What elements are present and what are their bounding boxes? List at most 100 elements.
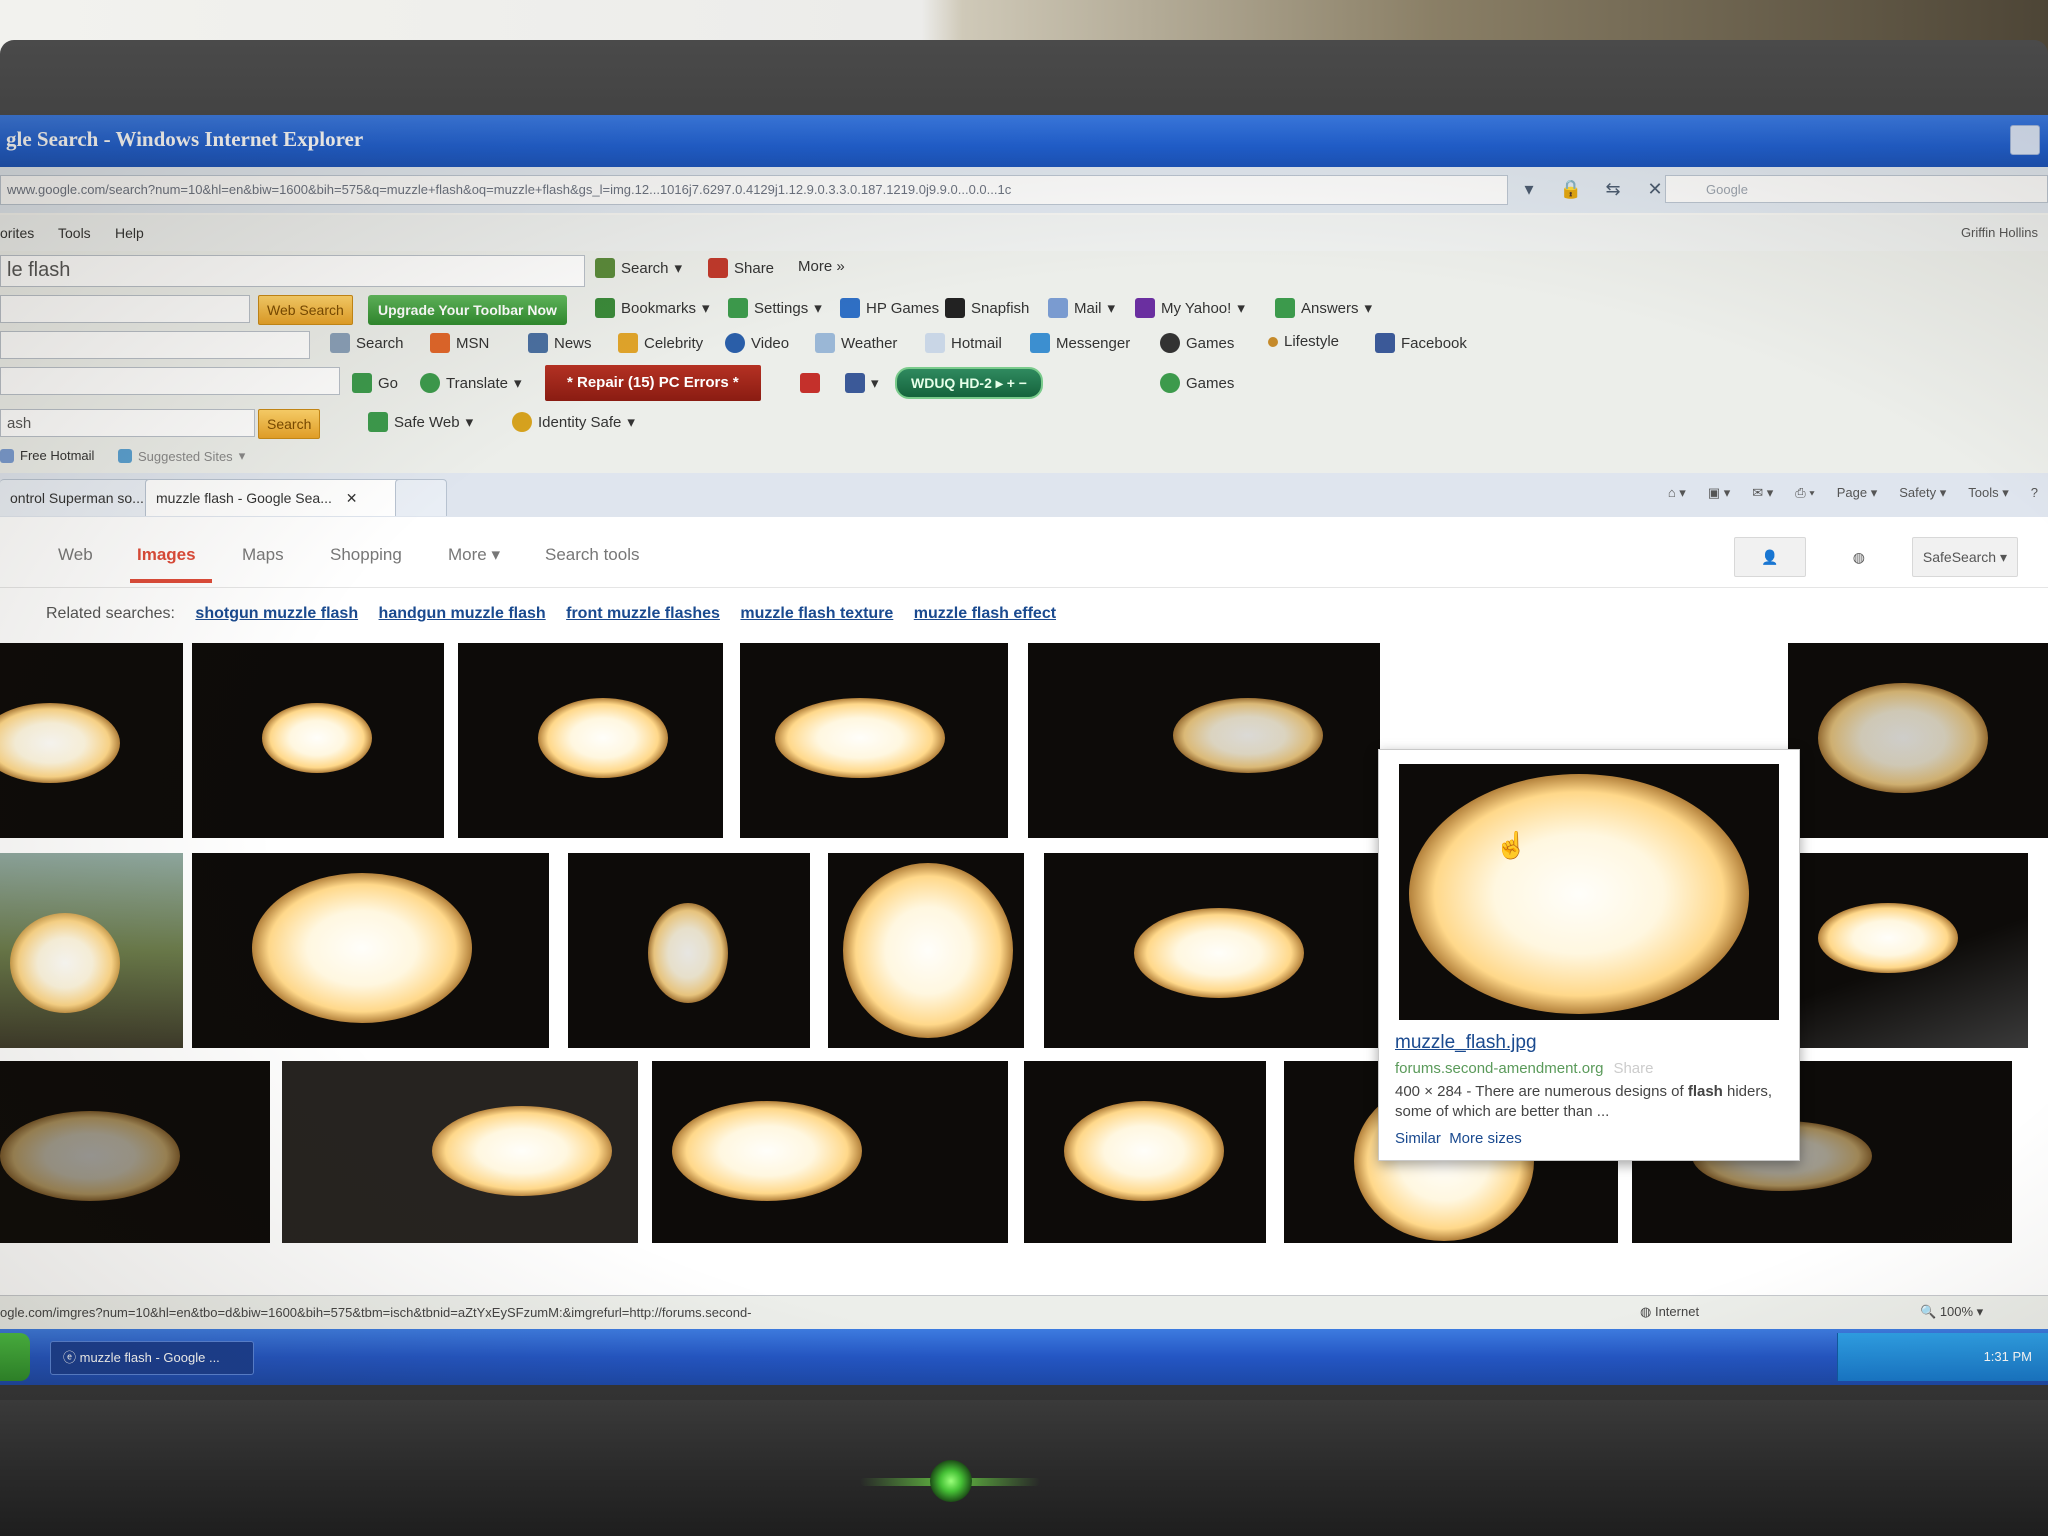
image-result[interactable] (1028, 643, 1380, 838)
messenger-button[interactable]: Messenger (1030, 333, 1130, 353)
taskbar-item-ie[interactable]: ⓔ muzzle flash - Google ... (50, 1341, 254, 1375)
related-link-texture[interactable]: muzzle flash texture (740, 605, 893, 622)
toolbar-more-button[interactable]: More » (798, 258, 845, 275)
answers-button[interactable]: Answers ▾ (1275, 298, 1372, 318)
upgrade-toolbar-button[interactable]: Upgrade Your Toolbar Now (368, 295, 567, 325)
image-result[interactable] (458, 643, 723, 838)
msn-search-field[interactable] (0, 331, 310, 359)
more-sizes-link[interactable]: More sizes (1449, 1130, 1522, 1147)
window-titlebar[interactable]: gle Search - Windows Internet Explorer (0, 115, 2048, 167)
start-button[interactable] (0, 1333, 30, 1381)
translate-button[interactable]: Translate ▾ (420, 373, 522, 393)
nav-images[interactable]: Images (137, 545, 196, 565)
mail-icon[interactable]: ✉ ▾ (1752, 485, 1773, 501)
youtube-icon[interactable] (800, 373, 820, 393)
games-button[interactable]: Games (1160, 333, 1234, 353)
page-menu[interactable]: Page ▾ (1837, 485, 1878, 501)
bookmarks-button[interactable]: Bookmarks ▾ (595, 298, 710, 318)
nav-shopping[interactable]: Shopping (330, 545, 402, 565)
msn-button[interactable]: MSN (430, 333, 489, 353)
tab-superman[interactable]: ontrol Superman so... (0, 479, 151, 516)
msn-search-button[interactable]: Search (330, 333, 404, 353)
image-result[interactable] (0, 1061, 270, 1243)
radio-player[interactable]: WDUQ HD-2 ▸ + − (895, 367, 1043, 399)
toolbar-search-button[interactable]: Search ▾ (595, 258, 682, 278)
suggested-sites-link[interactable]: Suggested Sites ▾ (118, 448, 245, 464)
related-link-effect[interactable]: muzzle flash effect (914, 605, 1056, 622)
facebook-icon[interactable]: ▾ (845, 373, 879, 393)
browser-search-field[interactable]: Google (1665, 175, 2048, 203)
games-button-2[interactable]: Games (1160, 373, 1234, 393)
similar-link[interactable]: Similar (1395, 1130, 1441, 1147)
preview-image[interactable]: ☝ (1399, 764, 1779, 1020)
refresh-icon[interactable]: ⇆ (1599, 175, 1627, 203)
related-link-shotgun[interactable]: shotgun muzzle flash (195, 605, 358, 622)
safesearch-button[interactable]: SafeSearch ▾ (1911, 537, 2018, 577)
zoom-level[interactable]: 🔍 100% ▾ (1920, 1304, 1983, 1320)
menu-tools[interactable]: Tools (58, 225, 91, 241)
norton-search-field[interactable]: ash (0, 409, 255, 437)
settings-button[interactable]: Settings ▾ (728, 298, 822, 318)
tab-muzzle-flash[interactable]: muzzle flash - Google Sea... ✕ (145, 479, 407, 516)
image-result[interactable] (568, 853, 810, 1048)
related-link-front[interactable]: front muzzle flashes (566, 605, 720, 622)
hp-games-button[interactable]: HP Games (840, 298, 939, 318)
image-result[interactable] (1024, 1061, 1266, 1243)
video-button[interactable]: Video (725, 333, 789, 353)
print-icon[interactable]: ⎙ ▾ (1795, 485, 1814, 501)
nav-web[interactable]: Web (58, 545, 93, 565)
image-result[interactable] (0, 643, 183, 838)
url-field[interactable]: www.google.com/search?num=10&hl=en&biw=1… (0, 175, 1508, 205)
nav-search-tools[interactable]: Search tools (545, 545, 640, 565)
menu-help[interactable]: Help (115, 225, 144, 241)
share-link[interactable]: Share (1613, 1060, 1653, 1077)
nav-maps[interactable]: Maps (242, 545, 284, 565)
free-hotmail-link[interactable]: Free Hotmail (0, 448, 94, 463)
norton-search-button[interactable]: Search (258, 409, 321, 439)
image-result[interactable] (282, 1061, 638, 1243)
translate-field[interactable] (0, 367, 340, 395)
image-result[interactable] (652, 1061, 1008, 1243)
preview-title-link[interactable]: muzzle_flash.jpg (1395, 1032, 1537, 1054)
image-result[interactable] (192, 643, 444, 838)
new-tab-button[interactable] (395, 479, 447, 516)
identity-safe-button[interactable]: Identity Safe ▾ (512, 412, 635, 432)
feeds-icon[interactable]: ▣ ▾ (1708, 485, 1730, 501)
image-result[interactable] (0, 853, 183, 1048)
related-link-handgun[interactable]: handgun muzzle flash (379, 605, 546, 622)
image-result[interactable] (740, 643, 1008, 838)
snapfish-button[interactable]: Snapfish (945, 298, 1029, 318)
image-preview-popup[interactable]: ☝ muzzle_flash.jpg forums.second-amendme… (1378, 749, 1800, 1161)
tools-menu[interactable]: Tools ▾ (1968, 485, 2009, 501)
image-result[interactable] (1788, 643, 2048, 838)
celebrity-button[interactable]: Celebrity (618, 333, 703, 353)
image-result[interactable] (1044, 853, 1394, 1048)
image-result[interactable] (828, 853, 1024, 1048)
close-tab-icon[interactable]: ✕ (346, 490, 358, 506)
dropdown-icon[interactable]: ▾ (1515, 175, 1543, 203)
safe-web-button[interactable]: Safe Web ▾ (368, 412, 473, 432)
mail-button[interactable]: Mail ▾ (1048, 298, 1115, 318)
globe-icon[interactable]: ◍ (1823, 538, 1894, 576)
weather-button[interactable]: Weather (815, 333, 897, 353)
hotmail-button[interactable]: Hotmail (925, 333, 1002, 353)
image-result[interactable] (192, 853, 549, 1048)
repair-errors-button[interactable]: * Repair (15) PC Errors * (545, 365, 761, 401)
nav-more[interactable]: More ▾ (448, 545, 500, 565)
power-button-icon[interactable] (930, 1460, 972, 1502)
safety-menu[interactable]: Safety ▾ (1899, 485, 1946, 501)
news-button[interactable]: News (528, 333, 592, 353)
web-search-button[interactable]: Web Search (258, 295, 353, 325)
minimize-button[interactable] (2010, 125, 2040, 155)
yahoo-search-field[interactable] (0, 295, 250, 323)
lock-icon[interactable]: 🔒 (1557, 175, 1585, 203)
help-icon[interactable]: ? (2031, 485, 2038, 501)
toolbar-share-button[interactable]: Share (708, 258, 774, 278)
home-icon[interactable]: ⌂ ▾ (1668, 485, 1686, 501)
menu-favorites[interactable]: orites (0, 225, 34, 241)
toolbar-search-field[interactable]: le flash (0, 255, 585, 287)
my-yahoo-button[interactable]: My Yahoo! ▾ (1135, 298, 1245, 318)
person-icon[interactable]: 👤 (1733, 537, 1806, 577)
go-button[interactable]: Go (352, 373, 398, 393)
lifestyle-button[interactable]: Lifestyle (1268, 333, 1339, 350)
